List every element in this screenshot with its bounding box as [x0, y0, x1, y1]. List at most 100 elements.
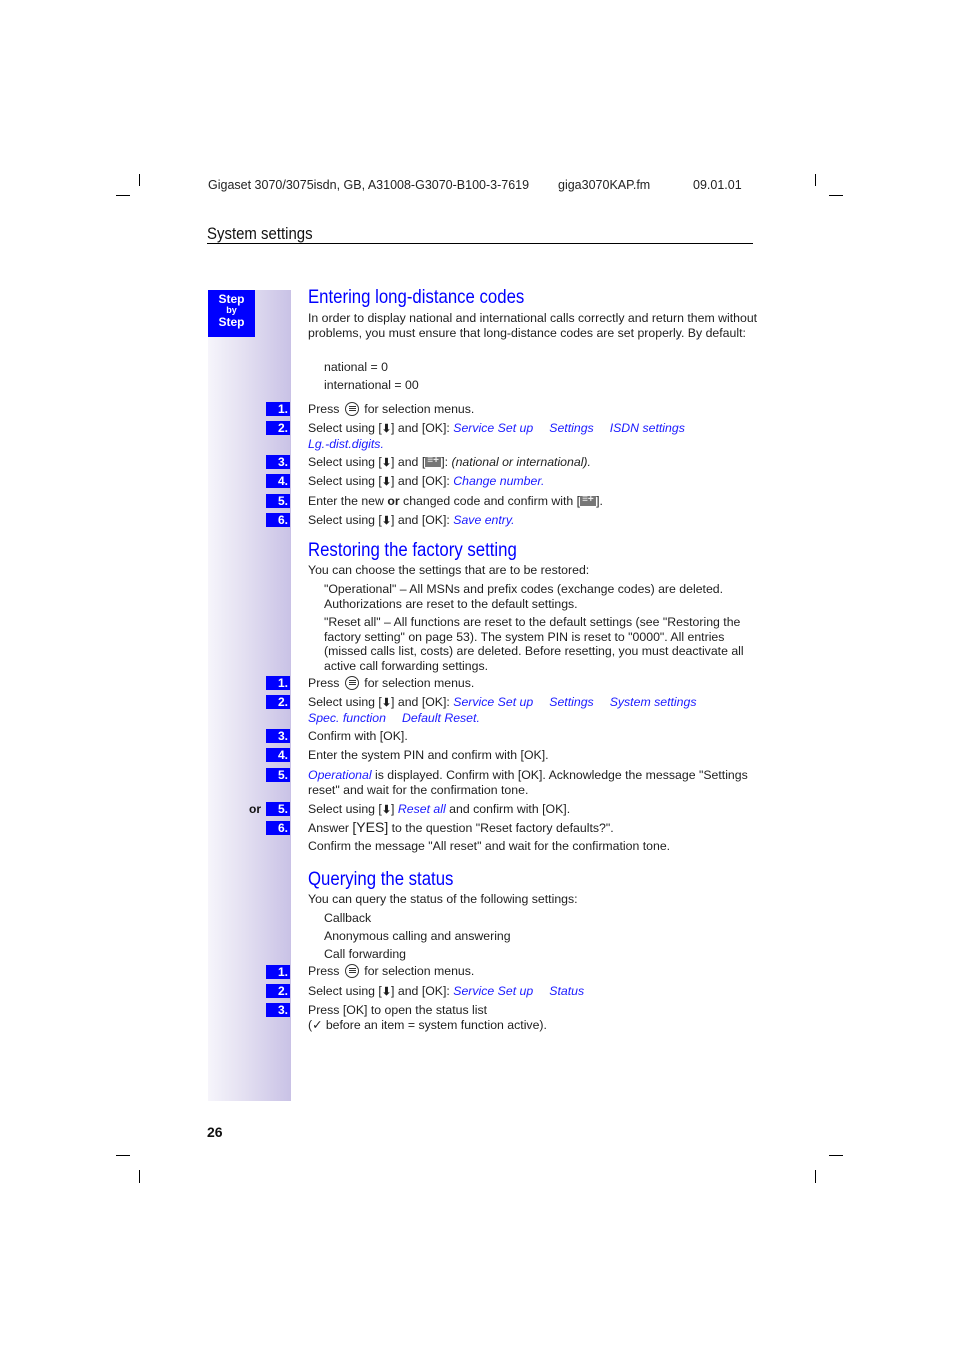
step-text-mid: ] and [ [391, 455, 426, 469]
document-id: Gigaset 3070/3075isdn, GB, A31008-G3070-… [208, 178, 530, 192]
step-by-step-badge: Step by Step [208, 290, 255, 337]
step-text-mid: ] and [OK]: [391, 513, 450, 527]
step-text-post: changed code and confirm with [ [403, 494, 581, 508]
step-number: 2. [266, 695, 290, 709]
step-text-pre: Select using [ [308, 802, 382, 816]
step-number: 1. [266, 402, 290, 416]
step-text-post: and confirm with [OK]. [445, 802, 571, 816]
status-item: Callback [324, 911, 372, 925]
intro-paragraph: In order to display national and interna… [308, 311, 758, 340]
menu-path-item: System settings [609, 695, 697, 709]
step-text: Confirm the message "All reset" and wait… [308, 839, 671, 853]
arrow-down-icon: ⬇ [381, 457, 392, 469]
menu-icon [344, 402, 359, 416]
menu-path-item: Save entry [453, 513, 512, 527]
step-number: 3. [266, 729, 290, 743]
step-number: 5. [266, 494, 290, 508]
option-name: "Operational" [324, 582, 397, 596]
chapter-title: System settings [207, 224, 313, 243]
step-text-mid: ] and [OK]: [391, 474, 450, 488]
step-text: Press for selection menus. [308, 402, 758, 417]
arrow-down-icon: ⬇ [381, 423, 392, 435]
option-description: – All functions are reset to the default… [324, 615, 744, 673]
heading-long-distance-codes: Entering long-distance codes [308, 286, 525, 308]
menu-path-item: ISDN settings [609, 421, 685, 435]
crop-mark [116, 195, 130, 196]
step-text-end: . [511, 513, 515, 527]
step-text: Select using [⬇] and [OK]: Service Set u… [308, 695, 758, 725]
step-text-post: to the question "Reset factory defaults?… [388, 821, 614, 835]
menu-path-item: Settings [549, 421, 594, 435]
crop-mark [829, 195, 843, 196]
step-note: (national or international) [451, 455, 588, 469]
step-text: Confirm with [OK]. [308, 729, 408, 743]
step-text: Enter the new or changed code and confir… [308, 493, 758, 509]
step-number: 5. [266, 768, 290, 782]
step-text-line: (✓ before an item = system function acti… [308, 1017, 547, 1032]
step-text-line: Press [OK] to open the status list [308, 1003, 488, 1017]
menu-path-item: Status [549, 984, 585, 998]
intro-paragraph: You can query the status of the followin… [308, 892, 578, 906]
step-text: Select using [⬇] and [OK]: Service Set u… [308, 421, 758, 451]
step-text-pre: Press [308, 676, 340, 690]
step-text-post: for selection menus. [364, 676, 475, 690]
step-text: Answer [YES] to the question "Reset fact… [308, 820, 758, 836]
step-text-pre: Select using [ [308, 421, 382, 435]
step-text: Select using [⬇] and []: (national or in… [308, 454, 758, 471]
crop-mark [139, 1170, 140, 1183]
intro-paragraph: You can choose the settings that are to … [308, 563, 590, 577]
status-item: Call forwarding [324, 947, 407, 961]
step-text-post: for selection menus. [364, 402, 475, 416]
step-text-pre: Answer [308, 821, 353, 835]
step-text-end: . [380, 436, 384, 451]
menu-path-item: Spec. function [308, 710, 386, 725]
step-text-end: . [587, 455, 591, 469]
arrow-down-icon: ⬇ [381, 697, 392, 709]
crop-mark [116, 1155, 130, 1156]
step-text-pre: Press [308, 964, 340, 978]
step-text: Select using [⬇] Reset all and confirm w… [308, 802, 758, 818]
header-rule [207, 243, 753, 244]
menu-path-item: Service Set up [453, 695, 534, 709]
step-label: Step [218, 315, 245, 329]
menu-icon [344, 676, 359, 690]
option-link-operational: Operational [308, 768, 372, 782]
step-number: 1. [266, 676, 290, 690]
step-text-pre: Select using [ [308, 513, 382, 527]
default-international: international = 00 [324, 378, 419, 392]
step-text-mid: ] and [OK]: [391, 421, 450, 435]
default-national: national = 0 [324, 360, 388, 374]
step-text-mid: ]: [441, 455, 449, 469]
step-number: 6. [266, 821, 290, 835]
step-text: Select using [⬇] and [OK]: Save entry. [308, 513, 758, 529]
step-text: Operational is displayed. Confirm with [… [308, 768, 758, 797]
heading-querying-status: Querying the status [308, 868, 454, 890]
key-icon [425, 454, 442, 469]
menu-path-item: Settings [549, 695, 594, 709]
option-name: "Reset all" [324, 615, 381, 629]
by-label: by [226, 305, 237, 315]
step-number: 3. [266, 455, 290, 469]
page-number: 26 [207, 1124, 223, 1140]
menu-icon [344, 964, 359, 978]
crop-mark [815, 174, 816, 186]
step-text-mid: ] and [OK]: [391, 695, 450, 709]
step-text-post: for selection menus. [364, 964, 475, 978]
step-number: 6. [266, 513, 290, 527]
step-number: 1. [266, 965, 290, 979]
step-text: Select using [⬇] and [OK]: Service Set u… [308, 984, 758, 1000]
step-number: 3. [266, 1003, 290, 1017]
menu-path-item: Change number [453, 474, 541, 488]
or-label: or [249, 802, 261, 816]
step-text: Enter the system PIN and confirm with [O… [308, 748, 549, 762]
step-text-mid: ] and [OK]: [391, 984, 450, 998]
step-text-mid: ] [391, 802, 395, 816]
step-text-pre: Select using [ [308, 984, 382, 998]
arrow-down-icon: ⬇ [381, 804, 392, 816]
step-text-end: . [541, 474, 545, 488]
menu-path-item: Service Set up [453, 984, 534, 998]
menu-path-item: Default Reset [401, 710, 477, 725]
menu-path-item: Lg.-dist.digits [308, 436, 381, 451]
heading-factory-setting: Restoring the factory setting [308, 539, 517, 561]
menu-path-item: Service Set up [453, 421, 534, 435]
